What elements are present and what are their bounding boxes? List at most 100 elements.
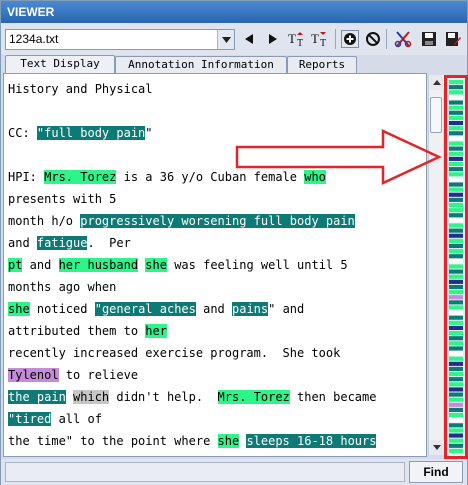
overview-stripe[interactable] bbox=[449, 269, 463, 274]
annotation-span-green[interactable]: her bbox=[145, 324, 167, 338]
triangle-right-icon[interactable] bbox=[263, 29, 283, 49]
overview-stripe[interactable] bbox=[449, 85, 463, 90]
overview-stripe[interactable] bbox=[449, 382, 463, 387]
overview-stripe[interactable] bbox=[449, 90, 463, 95]
annotation-span-green[interactable]: pt bbox=[8, 258, 23, 272]
overview-stripe[interactable] bbox=[449, 233, 463, 238]
overview-stripe[interactable] bbox=[449, 274, 463, 279]
overview-stripe[interactable] bbox=[449, 182, 463, 187]
annotation-span-green[interactable]: her husband bbox=[58, 258, 139, 272]
overview-stripe[interactable] bbox=[449, 177, 463, 182]
annotation-span-teal[interactable]: the pain bbox=[8, 390, 66, 404]
file-select[interactable]: 1234a.txt bbox=[5, 29, 235, 50]
floppy-disk-pencil-icon[interactable] bbox=[443, 29, 463, 49]
overview-stripe[interactable] bbox=[449, 361, 463, 366]
overview-stripe[interactable] bbox=[449, 126, 463, 131]
overview-stripe[interactable] bbox=[449, 172, 463, 177]
overview-stripe[interactable] bbox=[449, 402, 463, 407]
overview-stripe[interactable] bbox=[449, 264, 463, 269]
overview-stripe[interactable] bbox=[449, 243, 463, 249]
overview-stripe[interactable] bbox=[449, 397, 463, 402]
annotation-span-teal[interactable]: fatigue bbox=[36, 236, 88, 250]
overview-stripe[interactable] bbox=[449, 310, 463, 315]
tab-reports[interactable]: Reports bbox=[287, 56, 357, 74]
overview-stripe[interactable] bbox=[449, 300, 463, 305]
overview-stripe[interactable] bbox=[449, 100, 463, 105]
text-size-up-icon[interactable]: T T bbox=[288, 29, 308, 49]
overview-stripe[interactable] bbox=[449, 223, 463, 228]
overview-stripe[interactable] bbox=[449, 218, 463, 223]
overview-stripe[interactable] bbox=[449, 413, 463, 418]
annotation-span-teal[interactable]: pains bbox=[232, 302, 269, 316]
overview-stripe[interactable] bbox=[449, 372, 463, 377]
overview-stripe[interactable] bbox=[449, 197, 463, 202]
overview-stripe[interactable] bbox=[449, 315, 463, 320]
no-entry-icon[interactable] bbox=[363, 29, 383, 49]
overview-stripe[interactable] bbox=[449, 254, 463, 259]
overview-stripe[interactable] bbox=[449, 284, 463, 290]
overview-stripe[interactable] bbox=[449, 290, 463, 295]
overview-stripe[interactable] bbox=[449, 120, 463, 126]
annotation-overview-bar[interactable] bbox=[449, 80, 463, 454]
text-size-down-icon[interactable]: T T bbox=[311, 29, 331, 49]
scissors-icon[interactable] bbox=[393, 29, 413, 49]
find-button[interactable]: Find bbox=[409, 461, 463, 483]
floppy-disk-icon[interactable] bbox=[419, 29, 439, 49]
tab-text-display[interactable]: Text Display bbox=[5, 55, 115, 74]
overview-stripe[interactable] bbox=[449, 341, 463, 346]
overview-stripe[interactable] bbox=[449, 228, 463, 233]
overview-stripe[interactable] bbox=[449, 320, 463, 325]
annotation-span-green[interactable]: she bbox=[145, 258, 167, 272]
overview-stripe[interactable] bbox=[449, 249, 463, 254]
overview-stripe[interactable] bbox=[449, 387, 463, 392]
triangle-left-icon[interactable] bbox=[239, 29, 259, 49]
overview-stripe[interactable] bbox=[449, 110, 463, 115]
plus-circle-icon[interactable] bbox=[340, 29, 360, 49]
overview-stripe[interactable] bbox=[449, 336, 463, 341]
overview-stripe[interactable] bbox=[449, 366, 463, 371]
overview-stripe[interactable] bbox=[449, 146, 463, 151]
overview-stripe[interactable] bbox=[449, 351, 463, 356]
overview-stripe[interactable] bbox=[449, 377, 463, 382]
overview-stripe[interactable] bbox=[449, 95, 463, 100]
overview-stripe[interactable] bbox=[449, 331, 463, 336]
overview-stripe[interactable] bbox=[449, 156, 463, 161]
annotation-span-teal[interactable]: per day bbox=[8, 456, 59, 457]
annotation-span-gray[interactable]: which bbox=[73, 390, 110, 404]
overview-stripe[interactable] bbox=[449, 213, 463, 218]
chevron-down-icon[interactable] bbox=[217, 30, 234, 49]
overview-stripe[interactable] bbox=[449, 428, 463, 433]
annotation-span-teal[interactable]: "tired bbox=[8, 412, 52, 426]
overview-stripe[interactable] bbox=[449, 161, 463, 167]
overview-stripe[interactable] bbox=[449, 131, 463, 136]
overview-stripe[interactable] bbox=[449, 438, 463, 443]
annotation-span-green[interactable]: she bbox=[217, 434, 240, 448]
annotation-span-teal[interactable]: "general aches bbox=[94, 302, 196, 316]
overview-stripe[interactable] bbox=[449, 356, 463, 361]
annotation-span-purple[interactable]: Tylenol bbox=[8, 368, 59, 382]
overview-stripe[interactable] bbox=[449, 208, 463, 213]
scroll-up-icon[interactable] bbox=[429, 75, 444, 90]
overview-stripe[interactable] bbox=[449, 346, 463, 351]
annotation-span-teal[interactable]: progressively worsening full body pain bbox=[80, 214, 355, 228]
overview-stripe[interactable] bbox=[449, 407, 463, 412]
annotation-span-green[interactable]: she bbox=[8, 302, 30, 316]
overview-stripe[interactable] bbox=[449, 448, 463, 453]
overview-stripe[interactable] bbox=[449, 259, 463, 264]
overview-stripe[interactable] bbox=[449, 443, 463, 448]
overview-stripe[interactable] bbox=[449, 202, 463, 208]
overview-stripe[interactable] bbox=[449, 325, 463, 331]
overview-stripe[interactable] bbox=[449, 433, 463, 438]
overview-stripe[interactable] bbox=[449, 279, 463, 284]
overview-stripe[interactable] bbox=[449, 151, 463, 156]
overview-stripe[interactable] bbox=[449, 115, 463, 120]
overview-stripe[interactable] bbox=[449, 305, 463, 310]
overview-stripe[interactable] bbox=[449, 187, 463, 192]
annotation-span-teal[interactable]: sleeps 16-18 hours bbox=[246, 434, 377, 448]
overview-stripe[interactable] bbox=[449, 418, 463, 423]
overview-stripe[interactable] bbox=[449, 192, 463, 197]
tab-annotation-information[interactable]: Annotation Information bbox=[115, 56, 287, 74]
overview-stripe[interactable] bbox=[449, 238, 463, 243]
overview-stripe[interactable] bbox=[449, 80, 463, 85]
overview-stripe[interactable] bbox=[449, 141, 463, 146]
